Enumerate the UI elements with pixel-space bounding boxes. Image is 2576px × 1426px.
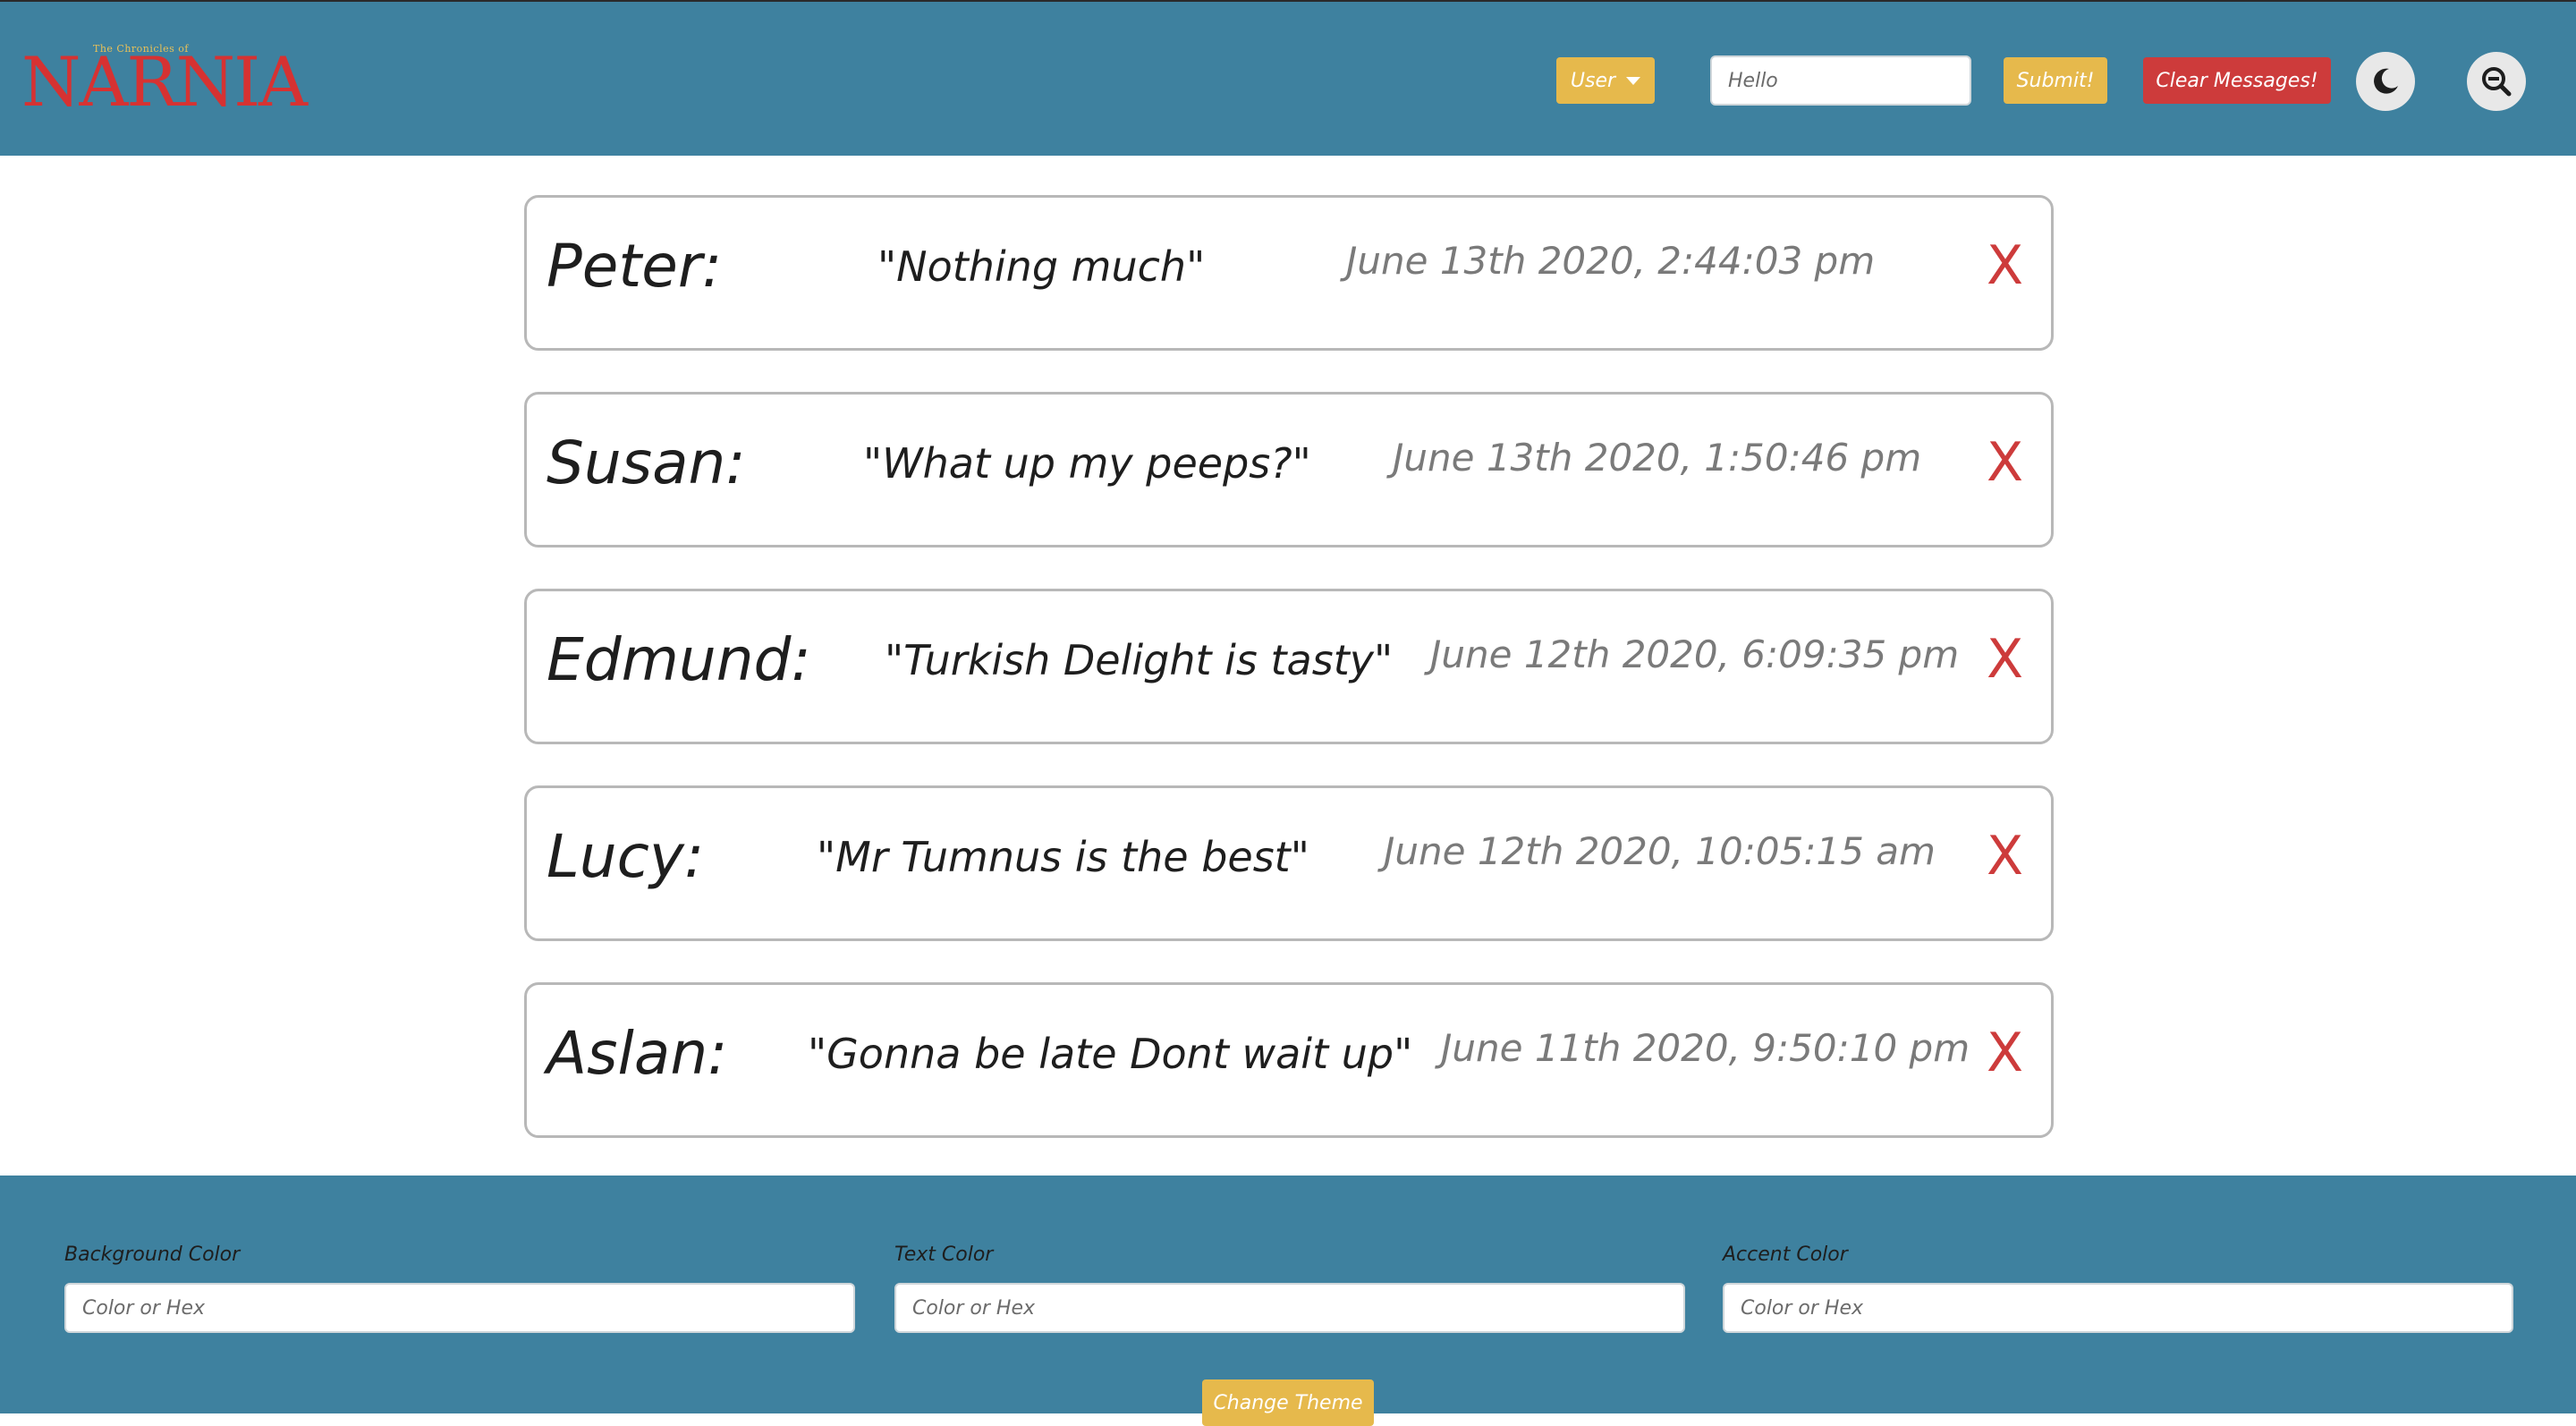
message-timestamp: June 12th 2020, 6:09:35 pm bbox=[1430, 632, 1960, 676]
message-input[interactable] bbox=[1710, 55, 1971, 106]
change-theme-button[interactable]: Change Theme bbox=[1202, 1379, 1374, 1426]
message-author: Aslan: bbox=[547, 1019, 728, 1088]
delete-message-button[interactable]: X bbox=[1987, 632, 2023, 686]
user-dropdown-label: User bbox=[1570, 69, 1616, 92]
message-text: "Turkish Delight is tasty" bbox=[885, 636, 1394, 684]
background-color-input[interactable] bbox=[64, 1283, 855, 1333]
message-timestamp: June 11th 2020, 9:50:10 pm bbox=[1441, 1026, 1970, 1070]
theme-footer: Background Color Text Color Accent Color… bbox=[0, 1176, 2576, 1426]
moon-icon bbox=[2374, 68, 2398, 94]
message-author: Lucy: bbox=[547, 822, 705, 891]
clear-messages-button[interactable]: Clear Messages! bbox=[2143, 57, 2331, 104]
message-card: Peter: "Nothing much" June 13th 2020, 2:… bbox=[524, 195, 2054, 351]
submit-button[interactable]: Submit! bbox=[2004, 57, 2107, 104]
message-author: Susan: bbox=[547, 429, 746, 497]
delete-message-button[interactable]: X bbox=[1987, 239, 2023, 293]
message-card: Aslan: "Gonna be late Dont wait up" June… bbox=[524, 982, 2054, 1138]
logo-title: NARNIA bbox=[21, 42, 308, 122]
message-list: Peter: "Nothing much" June 13th 2020, 2:… bbox=[524, 195, 2054, 1179]
message-text: "Nothing much" bbox=[877, 242, 1206, 291]
zoom-out-button[interactable] bbox=[2467, 52, 2526, 111]
zoom-out-icon bbox=[2482, 67, 2512, 97]
message-text: "Mr Tumnus is the best" bbox=[817, 833, 1309, 881]
caret-down-icon bbox=[1626, 76, 1641, 85]
background-color-label: Background Color bbox=[64, 1244, 241, 1266]
message-card: Susan: "What up my peeps?" June 13th 202… bbox=[524, 392, 2054, 547]
delete-message-button[interactable]: X bbox=[1987, 829, 2023, 883]
user-dropdown-button[interactable]: User bbox=[1556, 57, 1655, 104]
navbar: The Chronicles of NARNIA User Submit! Cl… bbox=[0, 0, 2576, 156]
dark-mode-toggle[interactable] bbox=[2356, 52, 2415, 111]
accent-color-label: Accent Color bbox=[1723, 1244, 1848, 1266]
message-timestamp: June 12th 2020, 10:05:15 am bbox=[1384, 829, 1936, 873]
message-card: Lucy: "Mr Tumnus is the best" June 12th … bbox=[524, 785, 2054, 941]
delete-message-button[interactable]: X bbox=[1987, 1026, 2023, 1080]
message-card: Edmund: "Turkish Delight is tasty" June … bbox=[524, 589, 2054, 744]
message-author: Edmund: bbox=[547, 625, 811, 694]
message-timestamp: June 13th 2020, 2:44:03 pm bbox=[1346, 239, 1876, 283]
message-text: "Gonna be late Dont wait up" bbox=[808, 1030, 1413, 1078]
delete-message-button[interactable]: X bbox=[1987, 436, 2023, 489]
text-color-input[interactable] bbox=[894, 1283, 1685, 1333]
message-author: Peter: bbox=[547, 232, 723, 301]
message-timestamp: June 13th 2020, 1:50:46 pm bbox=[1393, 436, 1922, 480]
text-color-label: Text Color bbox=[894, 1244, 994, 1266]
accent-color-input[interactable] bbox=[1723, 1283, 2513, 1333]
message-text: "What up my peeps?" bbox=[863, 439, 1311, 488]
narnia-logo[interactable]: The Chronicles of NARNIA bbox=[21, 36, 308, 125]
